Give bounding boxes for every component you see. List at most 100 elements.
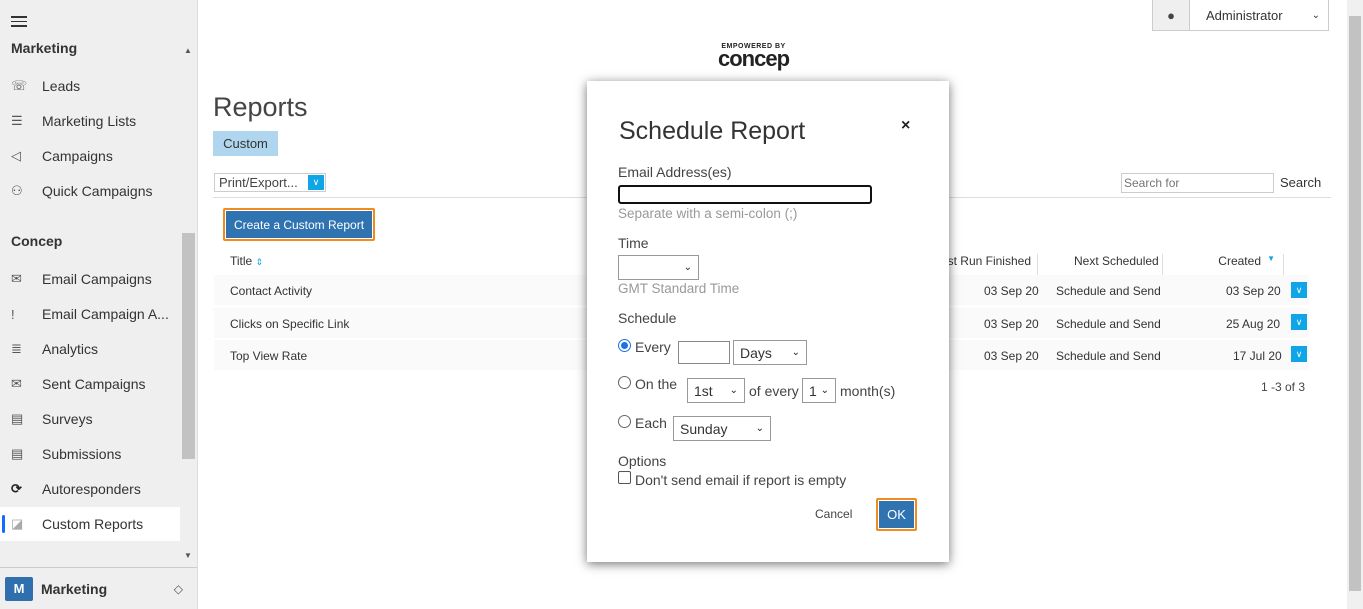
time-select[interactable]: ⌄ xyxy=(618,255,699,280)
concep-logo: EMPOWERED BY concep xyxy=(718,43,790,71)
sidebar-item-email-campaign-a[interactable]: ! Email Campaign A... xyxy=(0,297,180,331)
sidebar-item-label: Analytics xyxy=(42,341,99,357)
sidebar-item-surveys[interactable]: ▤ Surveys xyxy=(0,402,180,436)
ok-button[interactable]: OK xyxy=(876,498,917,531)
sidebar-item-sent-campaigns[interactable]: ✉ Sent Campaigns xyxy=(0,367,180,401)
hamburger-menu-icon[interactable] xyxy=(11,16,27,30)
schedule-label: Schedule xyxy=(618,310,677,326)
scroll-up-icon[interactable]: ▲ xyxy=(184,46,192,55)
cell-next: Schedule and Send xyxy=(1056,317,1161,331)
empty-report-label: Don't send email if report is empty xyxy=(635,472,847,488)
cell-created: 25 Aug 20 xyxy=(1226,317,1281,331)
envelope-icon: ✉ xyxy=(11,271,22,286)
user-icon: ● xyxy=(1153,0,1190,30)
create-button-label: Create a Custom Report xyxy=(226,211,372,238)
scrollbar-thumb[interactable] xyxy=(1349,16,1361,591)
every-count-input[interactable] xyxy=(678,341,730,364)
pager: 1 -3 of 3 xyxy=(1261,380,1306,394)
sort-icon: ⇕ xyxy=(255,257,264,267)
on-the-radio[interactable] xyxy=(618,376,631,389)
print-export-label: Print/Export... xyxy=(219,175,298,190)
sidebar-item-label: Quick Campaigns xyxy=(42,183,153,199)
sidebar-item-custom-reports[interactable]: ◪ Custom Reports xyxy=(0,507,180,541)
every-unit-select[interactable]: Days ⌄ xyxy=(733,340,807,365)
email-field[interactable] xyxy=(618,185,872,204)
sidebar-item-label: Marketing Lists xyxy=(42,113,137,129)
month-count-value: 1 xyxy=(809,382,817,399)
sidebar-item-autoresponders[interactable]: ⟳ Autoresponders xyxy=(0,472,180,506)
sidebar-item-marketing-lists[interactable]: ☰ Marketing Lists xyxy=(0,104,180,138)
weekday-select[interactable]: Sunday ⌄ xyxy=(673,416,771,441)
chevron-down-icon: ⌄ xyxy=(791,347,800,358)
search-input[interactable] xyxy=(1121,173,1274,193)
sidebar-item-label: Surveys xyxy=(42,411,93,427)
month-count-select[interactable]: 1 ⌄ xyxy=(802,378,836,403)
ok-label: OK xyxy=(879,501,914,528)
close-icon[interactable]: × xyxy=(901,117,910,135)
user-name: Administrator xyxy=(1206,7,1283,23)
area-switcher[interactable]: M Marketing ◇ xyxy=(0,567,197,609)
sidebar-item-email-campaigns[interactable]: ✉ Email Campaigns xyxy=(0,262,180,296)
create-custom-report-button[interactable]: Create a Custom Report xyxy=(223,208,375,241)
column-created[interactable]: Created ▼ xyxy=(1162,254,1284,276)
sidebar-item-label: Leads xyxy=(42,78,81,94)
on-the-label: On the xyxy=(635,376,678,392)
each-label: Each xyxy=(635,415,667,431)
column-label: Title xyxy=(230,254,253,268)
search-button[interactable]: Search xyxy=(1280,175,1321,190)
chevron-down-icon: ⌄ xyxy=(820,385,829,396)
page-title: Reports xyxy=(213,92,308,122)
timezone-label: GMT Standard Time xyxy=(618,281,740,296)
sidebar-item-quick-campaigns[interactable]: ⚇ Quick Campaigns xyxy=(0,174,180,208)
user-menu[interactable]: ● Administrator ⌄ xyxy=(1152,0,1329,31)
sidebar-item-label: Autoresponders xyxy=(42,481,141,497)
area-label: Marketing xyxy=(41,580,108,597)
sidebar-item-analytics[interactable]: ≣ Analytics xyxy=(0,332,180,366)
column-next-scheduled[interactable]: Next Scheduled xyxy=(1074,254,1159,268)
sidebar-item-submissions[interactable]: ▤ Submissions xyxy=(0,437,180,471)
each-radio[interactable] xyxy=(618,415,631,428)
cell-created: 03 Sep 20 xyxy=(1226,284,1281,298)
column-label: Created xyxy=(1218,254,1261,268)
empty-report-checkbox[interactable] xyxy=(618,471,631,484)
every-radio[interactable] xyxy=(618,339,631,352)
cell-title[interactable]: Clicks on Specific Link xyxy=(230,317,349,331)
logo-text: concep xyxy=(718,46,790,71)
cell-created: 17 Jul 20 xyxy=(1233,349,1282,363)
sidebar-item-leads[interactable]: ☏ Leads xyxy=(0,69,180,103)
every-unit-value: Days xyxy=(740,344,772,361)
sort-desc-icon: ▼ xyxy=(1267,254,1275,263)
row-menu-icon[interactable]: ∨ xyxy=(1291,314,1307,330)
column-title[interactable]: Title ⇕ xyxy=(230,254,263,268)
cell-title[interactable]: Contact Activity xyxy=(230,284,312,298)
cell-next: Schedule and Send xyxy=(1056,349,1161,363)
page-scrollbar[interactable] xyxy=(1347,0,1363,609)
row-menu-icon[interactable]: ∨ xyxy=(1291,346,1307,362)
sidebar: Marketing ▲ ☏ Leads ☰ Marketing Lists ◁ Cam… xyxy=(0,0,198,609)
day-of-month-select[interactable]: 1st ⌄ xyxy=(687,378,745,403)
chart-area-icon: ◪ xyxy=(11,516,24,531)
row-menu-icon[interactable]: ∨ xyxy=(1291,282,1307,298)
every-label: Every xyxy=(635,339,671,355)
sidebar-item-label: Custom Reports xyxy=(42,516,144,532)
options-label: Options xyxy=(618,453,667,469)
cancel-button[interactable]: Cancel xyxy=(815,507,852,521)
area-badge: M xyxy=(5,576,33,601)
print-export-select[interactable]: Print/Export... ∨ xyxy=(214,173,326,192)
list-icon: ☰ xyxy=(11,113,23,128)
exclamation-icon: ! xyxy=(11,306,15,322)
sidebar-item-label: Sent Campaigns xyxy=(42,376,146,392)
cell-title[interactable]: Top View Rate xyxy=(230,349,307,363)
chevron-down-icon: ⌄ xyxy=(1311,9,1320,21)
megaphone-icon: ◁ xyxy=(11,148,21,163)
scroll-down-icon[interactable]: ▼ xyxy=(184,551,192,560)
email-hint: Separate with a semi-colon (;) xyxy=(618,206,798,221)
clipboard-icon: ▤ xyxy=(11,411,24,426)
sidebar-item-campaigns[interactable]: ◁ Campaigns xyxy=(0,139,180,173)
group-concep: Concep xyxy=(11,233,63,249)
chevron-down-icon: ⌄ xyxy=(683,262,692,273)
tab-custom[interactable]: Custom xyxy=(213,131,278,156)
sidebar-scrollbar[interactable] xyxy=(182,233,195,459)
phone-gear-icon: ☏ xyxy=(11,78,28,93)
sidebar-item-label: Campaigns xyxy=(42,148,113,164)
